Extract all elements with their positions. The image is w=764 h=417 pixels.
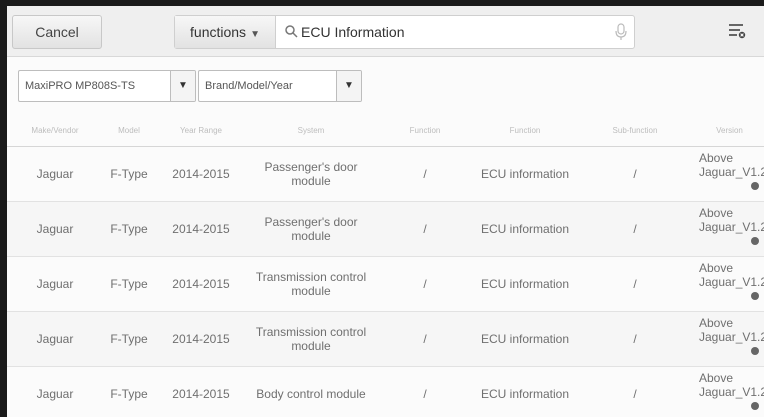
make-cell: Jaguar	[36, 167, 74, 181]
system-cell: Passenger's door module	[264, 160, 358, 188]
function-cell: ECU information	[480, 332, 570, 346]
function-cell: ECU information	[480, 387, 570, 401]
dropdown-arrow-icon: ▼	[170, 71, 195, 101]
table-header: Make/Vendor Model Year Range System Func…	[7, 116, 764, 147]
version-cell: Above Jaguar_V1.20	[699, 147, 764, 201]
model-cell: F-Type	[110, 277, 148, 291]
system-cell: Passenger's door module	[264, 215, 358, 243]
model-cell: F-Type	[110, 167, 148, 181]
vehicle-filter-dropdown[interactable]: Brand/Model/Year ▼	[198, 70, 362, 102]
table-body: Jaguar F-Type 2014-2015 Passenger's door…	[7, 147, 764, 417]
info-dot-icon[interactable]	[751, 402, 759, 410]
function-cell: ECU information	[480, 222, 570, 236]
version-text: Above Jaguar_V1.20	[699, 261, 764, 289]
info-dot-icon[interactable]	[751, 182, 759, 190]
system-cell: Body control module	[256, 387, 366, 401]
search-input[interactable]	[301, 16, 601, 48]
version-cell: Above Jaguar_V1.20	[699, 257, 764, 311]
make-cell: Jaguar	[36, 332, 74, 346]
function-cell: ECU information	[480, 277, 570, 291]
device-filter-label: MaxiPRO MP808S-TS	[25, 80, 136, 92]
version-text: Above Jaguar_V1.20	[699, 371, 764, 399]
func-cell: /	[423, 167, 427, 181]
filter-list-icon[interactable]	[727, 22, 747, 40]
make-cell: Jaguar	[36, 277, 74, 291]
subfunction-cell: /	[633, 222, 637, 236]
column-header: Version	[716, 126, 743, 135]
subfunction-cell: /	[633, 167, 637, 181]
table-row[interactable]: Jaguar F-Type 2014-2015 Transmission con…	[7, 257, 764, 312]
column-header: Make/Vendor	[31, 126, 79, 135]
system-cell: Transmission control module	[255, 325, 367, 353]
subfunction-cell: /	[633, 332, 637, 346]
vehicle-filter-label: Brand/Model/Year	[205, 80, 293, 92]
version-text: Above Jaguar_V1.20	[699, 151, 764, 179]
column-header: Function	[409, 126, 441, 135]
column-header: Year Range	[180, 126, 222, 135]
version-cell: Above Jaguar_V1.20	[699, 312, 764, 366]
info-dot-icon[interactable]	[751, 292, 759, 300]
func-cell: /	[423, 332, 427, 346]
search-type-label: functions	[190, 24, 247, 40]
table-row[interactable]: Jaguar F-Type 2014-2015 Transmission con…	[7, 312, 764, 367]
microphone-icon[interactable]	[614, 23, 628, 41]
search-icon	[285, 25, 298, 38]
column-header: System	[297, 126, 325, 135]
column-header: Model	[118, 126, 140, 135]
subfunction-cell: /	[633, 387, 637, 401]
model-cell: F-Type	[110, 387, 148, 401]
year-cell: 2014-2015	[172, 387, 230, 401]
system-cell: Transmission control module	[255, 270, 367, 298]
device-filter-dropdown[interactable]: MaxiPRO MP808S-TS ▼	[18, 70, 196, 102]
func-cell: /	[423, 222, 427, 236]
info-dot-icon[interactable]	[751, 347, 759, 355]
version-cell: Above Jaguar_V1.20	[699, 367, 764, 417]
model-cell: F-Type	[110, 332, 148, 346]
dropdown-arrow-icon: ▼	[250, 29, 260, 40]
search-type-dropdown[interactable]: functions ▼	[175, 16, 276, 48]
table-row[interactable]: Jaguar F-Type 2014-2015 Body control mod…	[7, 367, 764, 417]
table-row[interactable]: Jaguar F-Type 2014-2015 Passenger's door…	[7, 202, 764, 257]
year-cell: 2014-2015	[172, 167, 230, 181]
year-cell: 2014-2015	[172, 332, 230, 346]
year-cell: 2014-2015	[172, 222, 230, 236]
column-header: Sub-function	[612, 126, 658, 135]
version-text: Above Jaguar_V1.20	[699, 206, 764, 234]
table-row[interactable]: Jaguar F-Type 2014-2015 Passenger's door…	[7, 147, 764, 202]
dropdown-arrow-icon: ▼	[336, 71, 361, 101]
subfunction-cell: /	[633, 277, 637, 291]
year-cell: 2014-2015	[172, 277, 230, 291]
info-dot-icon[interactable]	[751, 237, 759, 245]
function-cell: ECU information	[480, 167, 570, 181]
func-cell: /	[423, 277, 427, 291]
version-cell: Above Jaguar_V1.20	[699, 202, 764, 256]
cancel-button[interactable]: Cancel	[12, 15, 102, 49]
column-header: Function	[509, 126, 541, 135]
search-bar: functions ▼	[174, 15, 635, 49]
make-cell: Jaguar	[36, 387, 74, 401]
model-cell: F-Type	[110, 222, 148, 236]
version-text: Above Jaguar_V1.20	[699, 316, 764, 344]
make-cell: Jaguar	[36, 222, 74, 236]
func-cell: /	[423, 387, 427, 401]
app-screen: Cancel functions▼ MaxiP	[7, 6, 764, 417]
top-toolbar: Cancel functions ▼	[7, 6, 764, 57]
